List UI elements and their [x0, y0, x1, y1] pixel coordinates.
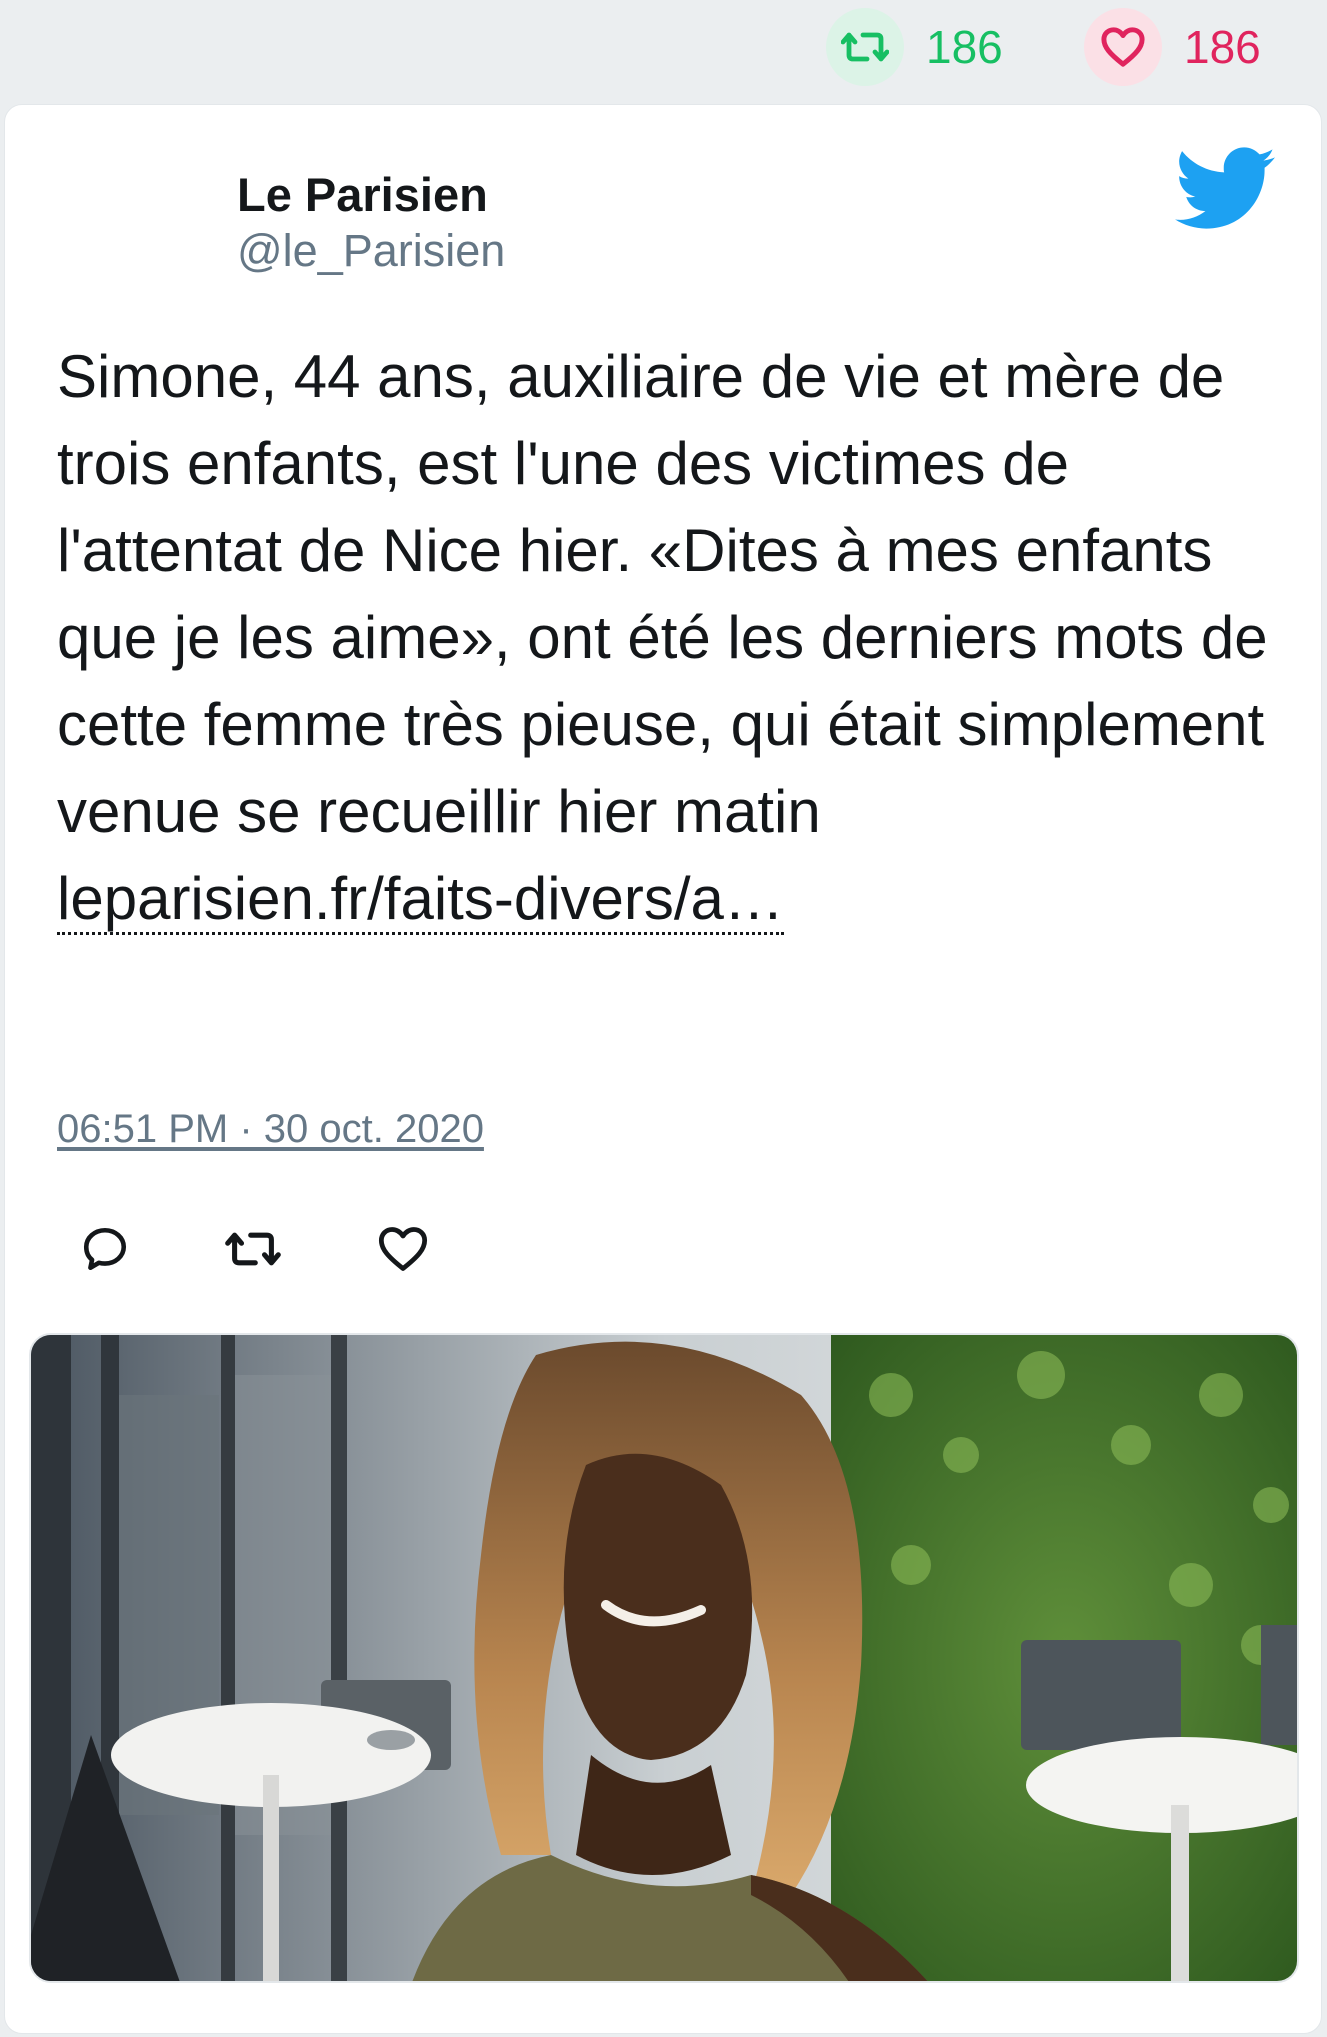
like-button[interactable]	[373, 1219, 433, 1279]
tweet-body: Simone, 44 ans, auxiliaire de vie et mèr…	[57, 343, 1268, 845]
top-stats-bar: 186 186	[0, 0, 1327, 100]
author-handle[interactable]: @le_Parisien	[237, 225, 505, 277]
tweet-card: Le Parisien @le_Parisien Simone, 44 ans,…	[4, 104, 1322, 2034]
retweet-icon	[225, 1232, 281, 1266]
retweet-count: 186	[926, 21, 1003, 73]
reply-button[interactable]	[75, 1219, 135, 1279]
reply-icon	[83, 1227, 127, 1271]
heart-icon	[1084, 8, 1162, 86]
tweet-photo[interactable]	[29, 1333, 1299, 1983]
like-count: 186	[1184, 21, 1261, 73]
like-stat[interactable]: 186	[1084, 8, 1261, 86]
twitter-bird-icon[interactable]	[1175, 147, 1275, 231]
heart-icon	[378, 1227, 428, 1271]
author-name[interactable]: Le Parisien	[237, 167, 488, 222]
tweet-text: Simone, 44 ans, auxiliaire de vie et mèr…	[57, 333, 1287, 942]
retweet-stat[interactable]: 186	[826, 8, 1003, 86]
tweet-link[interactable]: leparisien.fr/faits-divers/a…	[57, 865, 784, 935]
retweet-icon	[826, 8, 904, 86]
tweet-timestamp[interactable]: 06:51 PM · 30 oct. 2020	[57, 1107, 484, 1152]
retweet-button[interactable]	[223, 1219, 283, 1279]
